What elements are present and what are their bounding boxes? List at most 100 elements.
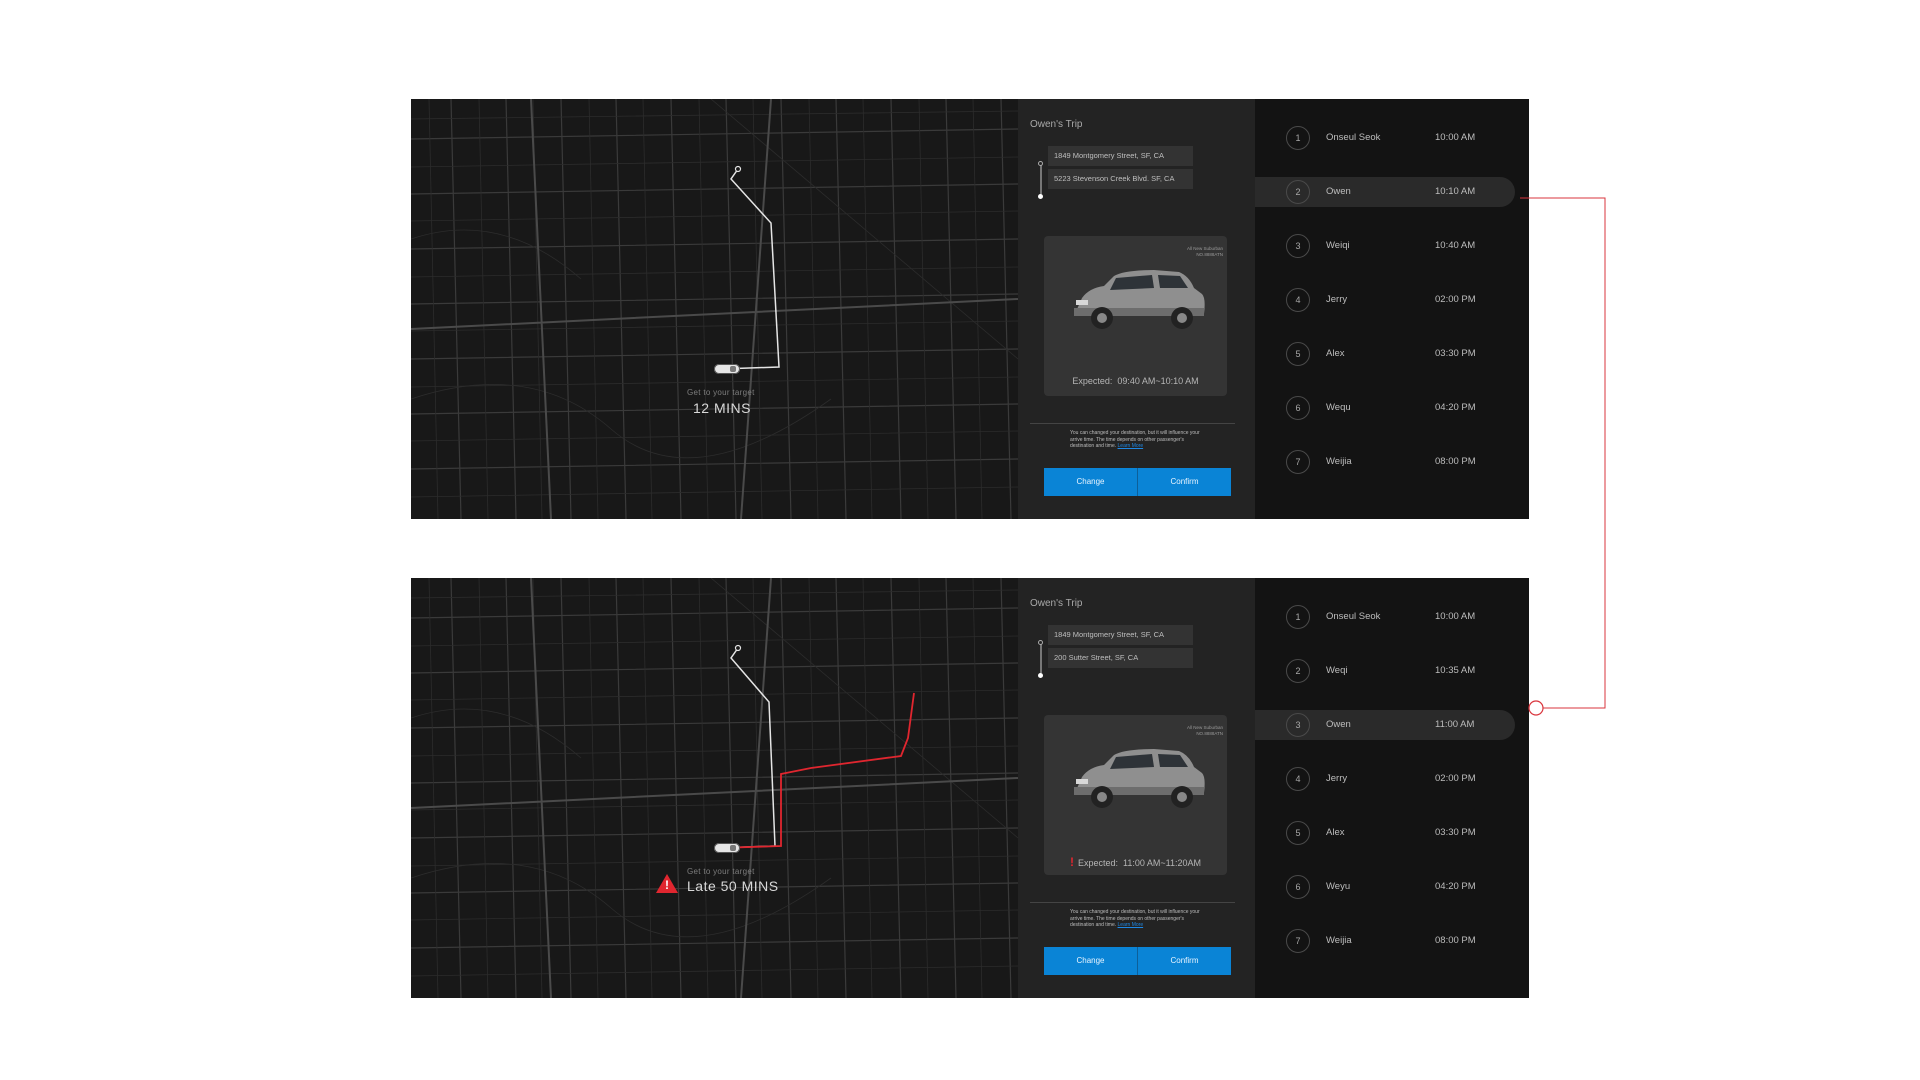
passenger-row[interactable]: 2 Weqi 10:35 AM bbox=[1255, 656, 1515, 686]
passenger-number-badge: 1 bbox=[1286, 605, 1310, 629]
change-button[interactable]: Change bbox=[1044, 947, 1137, 975]
learn-more-link[interactable]: Learn More bbox=[1118, 922, 1144, 928]
passenger-row[interactable]: 5 Alex 03:30 PM bbox=[1255, 818, 1515, 848]
expected-label: Expected: bbox=[1072, 376, 1113, 386]
vehicle-card: All New Suburban NO.8888ATN Expected: 09… bbox=[1044, 236, 1227, 396]
alert-icon: ! bbox=[1069, 855, 1074, 869]
expected-time: Expected: 09:40 AM~10:10 AM bbox=[1044, 376, 1227, 386]
trip-panel: Owen's Trip 1849 Montgomery Street, SF, … bbox=[1018, 99, 1255, 519]
expected-label: Expected: bbox=[1077, 858, 1119, 868]
trip-screen-after: ! Get to your target Late 50 MINS Owen's… bbox=[411, 578, 1529, 998]
passenger-queue[interactable]: 1 Onseul Seok 10:00 AM 2 Owen 10:10 AM 3 Weiqi 1… bbox=[1255, 99, 1529, 519]
passenger-name: Onseul Seok bbox=[1326, 132, 1381, 143]
expected-value: 11:00 AM~11:20AM bbox=[1123, 858, 1201, 868]
passenger-name: Jerry bbox=[1326, 773, 1348, 784]
divider bbox=[1030, 902, 1235, 903]
passenger-row[interactable]: 4 Jerry 02:00 PM bbox=[1255, 764, 1515, 794]
car-icon[interactable] bbox=[714, 843, 740, 853]
address-rail bbox=[1040, 643, 1042, 673]
passenger-number-badge: 1 bbox=[1286, 126, 1310, 150]
pickup-time: 02:00 PM bbox=[1435, 294, 1476, 305]
suv-image bbox=[1074, 749, 1205, 808]
passenger-row[interactable]: 1 Onseul Seok 10:00 AM bbox=[1255, 602, 1515, 632]
passenger-name: Alex bbox=[1326, 348, 1345, 359]
pickup-time: 04:20 PM bbox=[1435, 881, 1476, 892]
destination-dot-icon bbox=[1038, 194, 1043, 199]
passenger-number-badge: 5 bbox=[1286, 821, 1310, 845]
warning-icon: ! bbox=[656, 874, 678, 893]
passenger-queue[interactable]: 1 Onseul Seok 10:00 AM 2 Weqi 10:35 AM 3 Owen 1 1… bbox=[1255, 578, 1529, 998]
passenger-row[interactable]: 6 Weyu 04:20 PM bbox=[1255, 872, 1515, 902]
passenger-name: Owen bbox=[1326, 186, 1351, 197]
divider bbox=[1030, 423, 1235, 424]
pickup-time: 04:20 PM bbox=[1435, 402, 1476, 413]
pickup-time: 03:30 PM bbox=[1435, 827, 1476, 838]
passenger-row[interactable]: 4 Jerry 02:00 PM bbox=[1255, 285, 1515, 315]
eta-caption: Get to your target bbox=[687, 388, 755, 397]
change-note: You can changed your destination, but it… bbox=[1070, 430, 1200, 450]
street-grid bbox=[411, 99, 1018, 519]
passenger-name: Alex bbox=[1326, 827, 1345, 838]
change-connector bbox=[1520, 197, 1606, 716]
pickup-time: 10:00 AM bbox=[1435, 132, 1476, 143]
pickup-time: 03:30 PM bbox=[1435, 348, 1476, 359]
map-view[interactable]: ! Get to your target Late 50 MINS bbox=[411, 578, 1018, 998]
passenger-name: Wequ bbox=[1326, 402, 1351, 413]
passenger-name: Jerry bbox=[1326, 294, 1348, 305]
address-rail bbox=[1040, 164, 1042, 194]
vehicle-card: All New Suburban NO.8888ATN ! Expected: 1… bbox=[1044, 715, 1227, 875]
trip-panel: Owen's Trip 1849 Montgomery Street, SF, … bbox=[1018, 578, 1255, 998]
pickup-time: 10:35 AM bbox=[1435, 665, 1476, 676]
passenger-number-badge: 4 bbox=[1286, 288, 1310, 312]
expected-time: ! Expected: 11:00 AM~11:20AM bbox=[1044, 855, 1227, 869]
passenger-row[interactable]: 6 Wequ 04:20 PM bbox=[1255, 393, 1515, 423]
passenger-name: Weijia bbox=[1326, 935, 1352, 946]
pickup-time: 10:00 AM bbox=[1435, 611, 1476, 622]
passenger-number-badge: 2 bbox=[1286, 180, 1310, 204]
passenger-number-badge: 3 bbox=[1286, 234, 1310, 258]
pickup-time: 08:00 PM bbox=[1435, 456, 1476, 467]
confirm-button[interactable]: Confirm bbox=[1138, 468, 1231, 496]
eta-value: 12 MINS bbox=[693, 400, 751, 416]
destination-field[interactable]: 200 Sutter Street, SF, CA bbox=[1048, 648, 1193, 668]
eta-caption: Get to your target bbox=[687, 867, 755, 876]
origin-field[interactable]: 1849 Montgomery Street, SF, CA bbox=[1048, 625, 1193, 645]
passenger-row[interactable]: 1 Onseul Seok 10:00 AM bbox=[1255, 123, 1515, 153]
map-view[interactable]: Get to your target 12 MINS bbox=[411, 99, 1018, 519]
car-icon[interactable] bbox=[714, 364, 740, 374]
suv-image bbox=[1074, 270, 1205, 329]
passenger-name: Onseul Seok bbox=[1326, 611, 1381, 622]
trip-screen-before: Get to your target 12 MINS Owen's Trip 1… bbox=[411, 99, 1529, 519]
passenger-number-badge: 2 bbox=[1286, 659, 1310, 683]
confirm-button[interactable]: Confirm bbox=[1138, 947, 1231, 975]
passenger-number-badge: 3 bbox=[1286, 713, 1310, 737]
passenger-row[interactable]: 3 Weiqi 10:40 AM bbox=[1255, 231, 1515, 261]
trip-title: Owen's Trip bbox=[1030, 598, 1083, 609]
passenger-row[interactable]: 2 Owen 10:10 AM bbox=[1255, 177, 1515, 207]
change-button[interactable]: Change bbox=[1044, 468, 1137, 496]
origin-field[interactable]: 1849 Montgomery Street, SF, CA bbox=[1048, 146, 1193, 166]
passenger-number-badge: 6 bbox=[1286, 875, 1310, 899]
learn-more-link[interactable]: Learn More bbox=[1118, 443, 1144, 449]
passenger-number-badge: 6 bbox=[1286, 396, 1310, 420]
passenger-number-badge: 7 bbox=[1286, 450, 1310, 474]
passenger-number-badge: 7 bbox=[1286, 929, 1310, 953]
destination-field[interactable]: 5223 Stevenson Creek Blvd. SF, CA bbox=[1048, 169, 1193, 189]
passenger-row[interactable]: 7 Weijia 08:00 PM bbox=[1255, 926, 1515, 956]
passenger-name: Weyu bbox=[1326, 881, 1351, 892]
pickup-time: 08:00 PM bbox=[1435, 935, 1476, 946]
passenger-name: Owen bbox=[1326, 719, 1351, 730]
origin-dot-icon bbox=[1038, 161, 1043, 166]
pickup-time: 02:00 PM bbox=[1435, 773, 1476, 784]
pickup-time: 10:40 AM bbox=[1435, 240, 1476, 251]
passenger-number-badge: 4 bbox=[1286, 767, 1310, 791]
passenger-name: Weiqi bbox=[1326, 240, 1350, 251]
passenger-number-badge: 5 bbox=[1286, 342, 1310, 366]
change-note: You can changed your destination, but it… bbox=[1070, 909, 1200, 929]
expected-value: 09:40 AM~10:10 AM bbox=[1117, 376, 1199, 386]
destination-dot-icon bbox=[1038, 673, 1043, 678]
passenger-name: Weqi bbox=[1326, 665, 1348, 676]
passenger-row[interactable]: 7 Weijia 08:00 PM bbox=[1255, 447, 1515, 477]
passenger-row[interactable]: 5 Alex 03:30 PM bbox=[1255, 339, 1515, 369]
passenger-row[interactable]: 3 Owen 11:00 AM bbox=[1255, 710, 1515, 740]
